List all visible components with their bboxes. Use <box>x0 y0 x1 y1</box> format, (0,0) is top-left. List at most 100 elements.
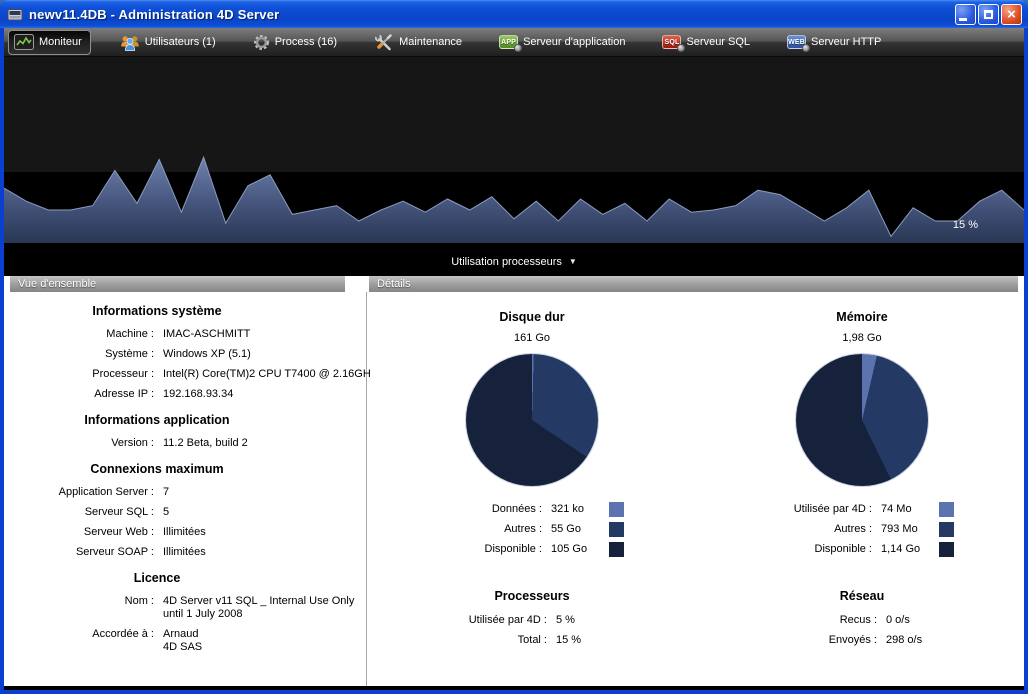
pie-title: Mémoire <box>702 310 1022 324</box>
titlebar[interactable]: newv11.4DB - Administration 4D Server <box>0 0 1028 28</box>
info-value: Intel(R) Core(TM)2 CPU T7400 @ 2.16GH <box>163 368 371 381</box>
panels-area: Vue d'ensemble Détails Informations syst… <box>4 276 1024 686</box>
overview-header-label: Vue d'ensemble <box>18 278 96 290</box>
legend-value: 793 Mo <box>881 522 918 542</box>
legend-row: Disponible : 1,14 Go <box>702 542 1022 562</box>
maximize-button[interactable] <box>978 4 999 25</box>
maximize-icon <box>984 10 993 19</box>
processors-title: Processeurs <box>372 589 692 603</box>
legend-swatch <box>939 522 954 537</box>
legend-swatch <box>939 502 954 517</box>
details-disk-column: Disque dur 161 Go Données : 321 ko Autre… <box>372 292 692 653</box>
legend-value: 321 ko <box>551 502 584 522</box>
info-label: Machine : <box>4 328 154 341</box>
info-row: Système : Windows XP (5.1) <box>4 348 364 361</box>
app-icon <box>7 7 23 22</box>
legend-swatch <box>609 542 624 557</box>
info-label: Serveur Web : <box>4 526 154 539</box>
info-row: Serveur SQL : 5 <box>4 506 364 519</box>
legend-swatch <box>939 542 954 557</box>
toolbar-item-utilisateurs[interactable]: Utilisateurs (1) <box>115 30 224 55</box>
toolbar-item-process[interactable]: Process (16) <box>248 30 345 55</box>
stat-value: 15 % <box>556 633 581 653</box>
info-value: IMAC-ASCHMITT <box>163 328 250 341</box>
toolbar-item-serveur-http[interactable]: WEB Serveur HTTP <box>782 30 889 55</box>
info-label: Application Server : <box>4 486 154 499</box>
info-value-line: 4D Server v11 SQL _ Internal Use Only <box>163 595 354 608</box>
legend-row: Autres : 793 Mo <box>702 522 1022 542</box>
toolbar-item-serveur-sql[interactable]: SQL Serveur SQL <box>657 30 758 55</box>
info-value: Illimitées <box>163 546 206 559</box>
users-icon <box>120 34 140 51</box>
legend-value: 55 Go <box>551 522 581 542</box>
legend-label: Disponible : <box>372 542 542 562</box>
info-label: Nom : <box>4 595 154 621</box>
memory-pie-chart <box>796 354 928 486</box>
stat-label: Recus : <box>702 613 877 633</box>
monitor-chart-icon <box>14 34 34 50</box>
legend-swatch <box>609 502 624 517</box>
info-row: Accordée à : Arnaud 4D SAS <box>4 628 364 654</box>
stat-row: Total : 15 % <box>372 633 692 653</box>
graph-selector-label: Utilisation processeurs <box>451 256 562 268</box>
legend-row: Autres : 55 Go <box>372 522 692 542</box>
close-button[interactable] <box>1001 4 1022 25</box>
gear-dot-icon <box>802 44 810 52</box>
toolbar-item-label: Utilisateurs (1) <box>145 36 216 48</box>
info-row: Serveur SOAP : Illimitées <box>4 546 364 559</box>
minimize-icon <box>959 18 967 21</box>
cpu-graph: 15 % <box>4 57 1024 247</box>
info-row: Serveur Web : Illimitées <box>4 526 364 539</box>
chevron-down-icon <box>569 256 577 268</box>
toolbar-item-maintenance[interactable]: Maintenance <box>369 30 470 55</box>
info-label: Accordée à : <box>4 628 154 654</box>
legend-value: 1,14 Go <box>881 542 920 562</box>
section-heading: Licence <box>4 571 310 585</box>
info-row: Version : 11.2 Beta, build 2 <box>4 437 364 450</box>
legend-label: Autres : <box>372 522 542 542</box>
info-value: Arnaud 4D SAS <box>163 628 202 654</box>
section-heading: Informations application <box>4 413 310 427</box>
window-title: newv11.4DB - Administration 4D Server <box>29 7 279 22</box>
info-value: 5 <box>163 506 169 519</box>
app-badge-icon: APP <box>499 35 518 49</box>
stat-label: Total : <box>372 633 547 653</box>
info-label: Système : <box>4 348 154 361</box>
minimize-button[interactable] <box>955 4 976 25</box>
section-heading: Connexions maximum <box>4 462 310 476</box>
stat-value: 298 o/s <box>886 633 922 653</box>
toolbar-item-label: Serveur HTTP <box>811 36 881 48</box>
info-value: 192.168.93.34 <box>163 388 233 401</box>
stat-row: Envoyés : 298 o/s <box>702 633 1022 653</box>
toolbar-item-label: Process (16) <box>275 36 337 48</box>
graph-selector[interactable]: Utilisation processeurs <box>4 247 1024 276</box>
stat-label: Envoyés : <box>702 633 877 653</box>
toolbar-item-moniteur[interactable]: Moniteur <box>8 30 91 55</box>
toolbar-item-label: Maintenance <box>399 36 462 48</box>
info-row: Processeur : Intel(R) Core(TM)2 CPU T740… <box>4 368 364 381</box>
overview-header: Vue d'ensemble <box>10 276 345 292</box>
legend-row: Données : 321 ko <box>372 502 692 522</box>
info-value-line: until 1 July 2008 <box>163 608 354 621</box>
panel-divider[interactable] <box>366 292 367 686</box>
disk-pie-chart <box>466 354 598 486</box>
network-title: Réseau <box>702 589 1022 603</box>
gear-dot-icon <box>677 44 685 52</box>
info-value: 11.2 Beta, build 2 <box>163 437 248 450</box>
toolbar-item-serveur-application[interactable]: APP Serveur d'application <box>494 30 633 55</box>
stat-label: Utilisée par 4D : <box>372 613 547 633</box>
info-value-line: Arnaud <box>163 628 202 641</box>
stat-value: 0 o/s <box>886 613 910 633</box>
info-value: Windows XP (5.1) <box>163 348 251 361</box>
legend-row: Disponible : 105 Go <box>372 542 692 562</box>
pie-total: 161 Go <box>372 332 692 344</box>
tools-icon <box>374 34 394 51</box>
legend-row: Utilisée par 4D : 74 Mo <box>702 502 1022 522</box>
gear-dot-icon <box>514 44 522 52</box>
toolbar-item-label: Serveur SQL <box>686 36 750 48</box>
info-row: Application Server : 7 <box>4 486 364 499</box>
toolbar-item-label: Serveur d'application <box>523 36 625 48</box>
details-header: Détails <box>369 276 1018 292</box>
details-header-label: Détails <box>377 278 411 290</box>
window-controls <box>955 4 1022 25</box>
